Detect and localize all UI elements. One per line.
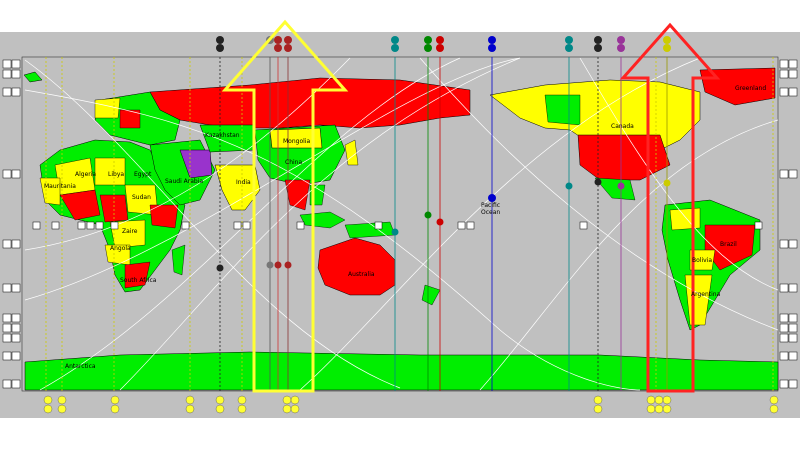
- planet-marker: [617, 44, 625, 52]
- label-angola: Angola: [110, 245, 131, 252]
- planet-marker: [284, 44, 292, 52]
- label-kazakhstan: Kazakhstan: [205, 132, 240, 139]
- planet-marker: [284, 36, 292, 44]
- label-india: India: [236, 179, 251, 186]
- label-sudan: Sudan: [132, 194, 151, 201]
- label-antarctica: Antarctica: [65, 363, 96, 370]
- label-libya: Libya: [108, 171, 124, 178]
- label-mauritania: Mauritania: [44, 183, 76, 190]
- planet-marker: [488, 36, 496, 44]
- label-canada: Canada: [611, 123, 634, 130]
- planet-marker: [216, 36, 224, 44]
- label-greenland: Greenland: [735, 85, 766, 92]
- label-australia: Australia: [348, 271, 375, 278]
- planet-marker: [488, 44, 496, 52]
- planet-marker: [274, 36, 282, 44]
- astrocartography-map: Mongolia Kazakhstan China India Saudi Ar…: [0, 0, 800, 450]
- planet-marker: [436, 44, 444, 52]
- planet-marker: [565, 36, 573, 44]
- planet-marker: [436, 36, 444, 44]
- planet-marker: [565, 44, 573, 52]
- planet-marker: [216, 44, 224, 52]
- label-mongolia: Mongolia: [283, 138, 310, 145]
- label-brazil: Brazil: [720, 241, 737, 248]
- planet-marker: [617, 36, 625, 44]
- label-algeria: Algeria: [75, 171, 96, 178]
- label-saudi-arabia: Saudi Arabia: [165, 178, 203, 185]
- label-pacific-ocean: Pacific Ocean: [481, 202, 500, 216]
- label-south-africa: South Africa: [120, 277, 157, 284]
- planet-marker: [424, 44, 432, 52]
- label-zaire: Zaire: [122, 228, 138, 235]
- planet-marker: [663, 44, 671, 52]
- planet-marker: [594, 36, 602, 44]
- label-china: China: [285, 159, 302, 166]
- planet-marker: [274, 44, 282, 52]
- label-bolivia: Bolivia: [692, 257, 712, 264]
- label-argentina: Argentina: [691, 291, 721, 298]
- label-egypt: Egypt: [134, 171, 152, 178]
- planet-marker: [594, 44, 602, 52]
- planet-marker: [424, 36, 432, 44]
- planet-marker: [391, 36, 399, 44]
- planet-marker: [663, 36, 671, 44]
- planet-marker: [391, 44, 399, 52]
